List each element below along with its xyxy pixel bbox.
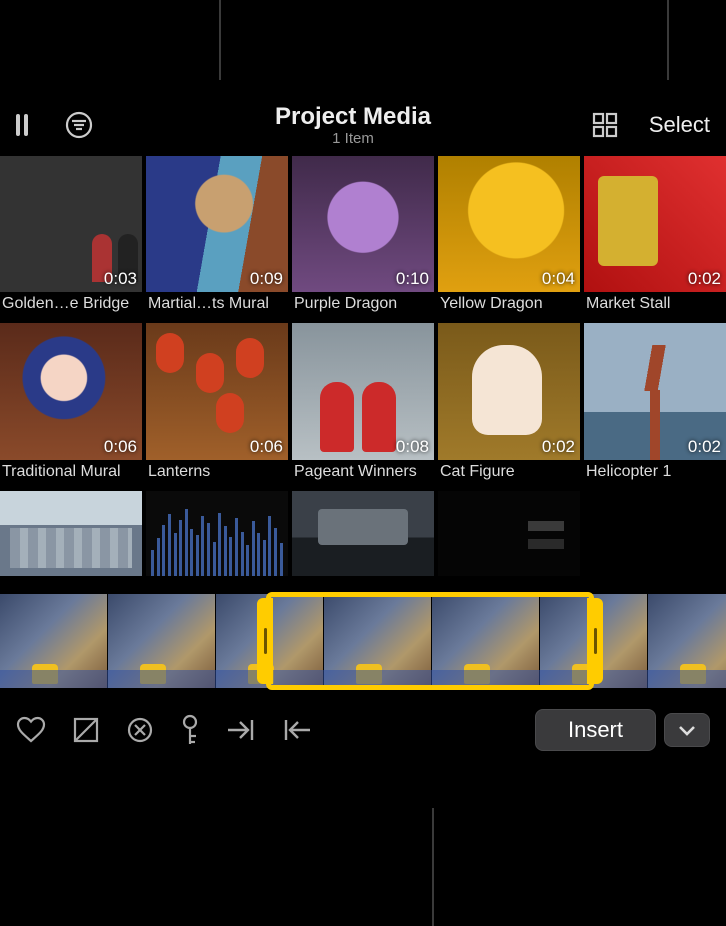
clip-label: Golden…e Bridge: [0, 292, 142, 319]
clip-thumbnail[interactable]: 0:08: [292, 323, 434, 459]
filter-button[interactable]: [64, 110, 94, 140]
clip-thumbnail[interactable]: 0:02: [584, 156, 726, 292]
annotation-line-bottom: [432, 808, 434, 926]
clip-thumbnail[interactable]: [292, 491, 434, 576]
clip-thumbnail[interactable]: 0:02: [438, 323, 580, 459]
audio-clip-thumbnail[interactable]: [146, 491, 288, 576]
clip-cell[interactable]: 0:06 Traditional Mural: [0, 323, 142, 486]
clip-label: Purple Dragon: [292, 292, 434, 319]
clip-label: Lanterns: [146, 460, 288, 487]
mark-out-button[interactable]: [282, 718, 312, 742]
keyword-button[interactable]: [180, 714, 200, 746]
clip-label: Market Stall: [584, 292, 726, 319]
item-count: 1 Item: [166, 130, 540, 147]
clip-thumbnail[interactable]: 0:04: [438, 156, 580, 292]
clip-duration: 0:09: [250, 269, 283, 289]
clip-thumbnail[interactable]: 0:02: [584, 323, 726, 459]
browser-header: Project Media 1 Item Select: [0, 96, 726, 156]
clip-label: Yellow Dragon: [438, 292, 580, 319]
reject-button[interactable]: [72, 716, 100, 744]
clip-label: Martial…ts Mural: [146, 292, 288, 319]
clip-cell[interactable]: 0:10 Purple Dragon: [292, 156, 434, 319]
clip-duration: 0:04: [542, 269, 575, 289]
clip-thumbnail[interactable]: 0:10: [292, 156, 434, 292]
clip-thumbnail[interactable]: 0:09: [146, 156, 288, 292]
clip-label: Pageant Winners: [292, 460, 434, 487]
media-grid-row3: [0, 491, 726, 576]
clip-cell[interactable]: [146, 491, 288, 576]
clip-duration: 0:06: [104, 437, 137, 457]
clip-cell[interactable]: 0:04 Yellow Dragon: [438, 156, 580, 319]
clip-cell[interactable]: 0:02 Cat Figure: [438, 323, 580, 486]
action-toolbar: Insert: [0, 698, 726, 762]
filmstrip[interactable]: [0, 594, 726, 688]
clip-duration: 0:10: [396, 269, 429, 289]
mark-in-button[interactable]: [226, 718, 256, 742]
sidebar-toggle-button[interactable]: [16, 114, 34, 136]
clip-cell[interactable]: 0:03 Golden…e Bridge: [0, 156, 142, 319]
clip-cell[interactable]: 0:02 Helicopter 1: [584, 323, 726, 486]
clip-thumbnail[interactable]: 0:03: [0, 156, 142, 292]
clip-duration: 0:02: [688, 269, 721, 289]
clip-duration: 0:02: [542, 437, 575, 457]
clip-thumbnail[interactable]: [438, 491, 580, 576]
clip-label: Helicopter 1: [584, 460, 726, 487]
clip-duration: 0:08: [396, 437, 429, 457]
clip-cell[interactable]: 0:06 Lanterns: [146, 323, 288, 486]
clip-label: Traditional Mural: [0, 460, 142, 487]
clip-label: Cat Figure: [438, 460, 580, 487]
clip-duration: 0:02: [688, 437, 721, 457]
clip-cell[interactable]: 0:02 Market Stall: [584, 156, 726, 319]
clip-cell[interactable]: [0, 491, 142, 576]
clip-duration: 0:06: [250, 437, 283, 457]
clip-thumbnail[interactable]: 0:06: [146, 323, 288, 459]
insert-menu-button[interactable]: [664, 713, 710, 747]
clear-rating-button[interactable]: [126, 716, 154, 744]
clip-thumbnail[interactable]: [0, 491, 142, 576]
insert-button[interactable]: Insert: [535, 709, 656, 751]
annotation-line-top-right: [667, 0, 669, 80]
media-grid: 0:03 Golden…e Bridge 0:09 Martial…ts Mur…: [0, 156, 726, 487]
clip-cell[interactable]: 0:09 Martial…ts Mural: [146, 156, 288, 319]
clip-duration: 0:03: [104, 269, 137, 289]
page-title: Project Media: [166, 103, 540, 131]
favorite-button[interactable]: [16, 716, 46, 744]
view-mode-button[interactable]: [591, 111, 619, 139]
select-button[interactable]: Select: [649, 112, 710, 138]
filmstrip-area: [0, 594, 726, 698]
clip-cell[interactable]: [292, 491, 434, 576]
clip-cell[interactable]: [438, 491, 580, 576]
clip-cell[interactable]: 0:08 Pageant Winners: [292, 323, 434, 486]
annotation-line-top-left: [219, 0, 221, 80]
audio-waveform-track: [0, 670, 726, 688]
clip-thumbnail[interactable]: 0:06: [0, 323, 142, 459]
